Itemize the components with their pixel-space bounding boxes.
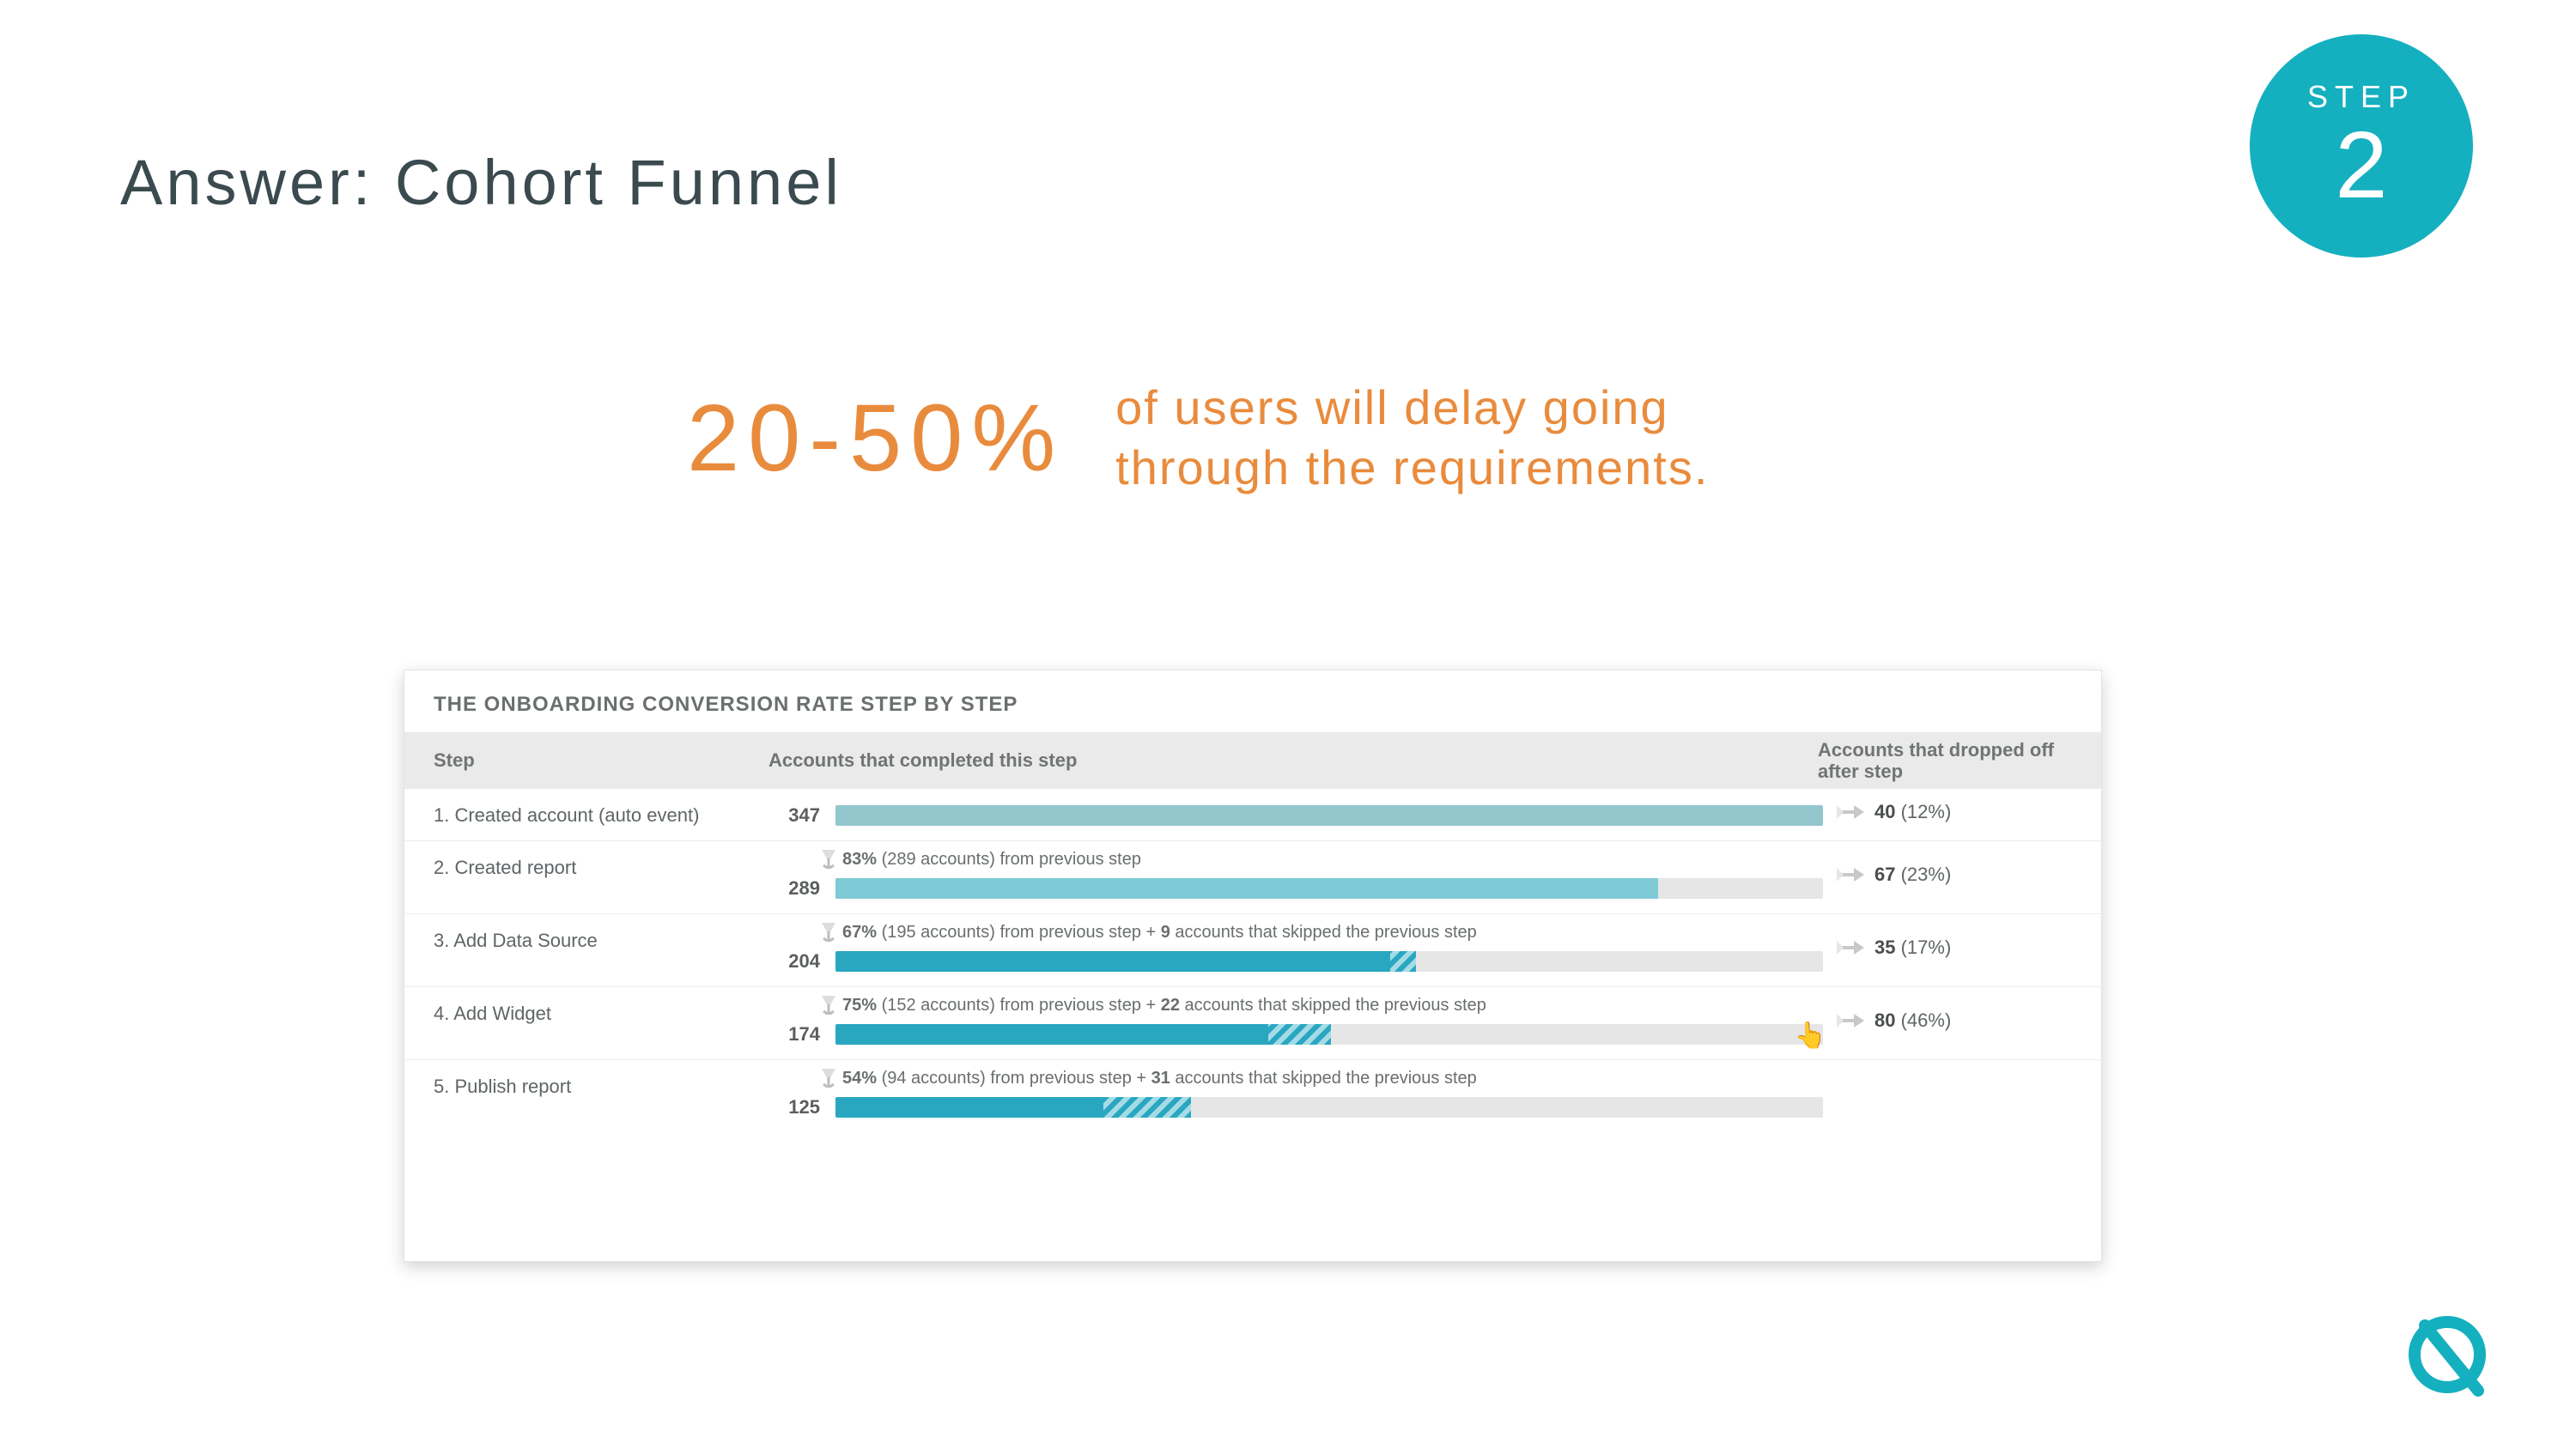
stat-text: of users will delay going through the re… — [1115, 378, 1709, 498]
dropoff-value: 80 (46%) — [1874, 1009, 1951, 1032]
down-funnel-icon — [820, 850, 837, 869]
table-row: 5. Publish report 54% (94 accounts) from… — [404, 1059, 2101, 1132]
bar-track — [835, 1097, 1823, 1118]
completed-cell: 347 — [769, 804, 1823, 827]
bar-main — [835, 878, 1658, 899]
completed-count: 125 — [769, 1096, 820, 1119]
from-previous-note: 75% (152 accounts) from previous step + … — [769, 996, 1823, 1018]
step-label: 3. Add Data Source — [404, 923, 769, 952]
table-row: 1. Created account (auto event)347 40 (1… — [404, 789, 2101, 840]
dropoff-cell: 80 (46%) — [1823, 1009, 2101, 1032]
dropoff-value: 67 (23%) — [1874, 864, 1951, 886]
dropoff-arrow-icon — [1835, 864, 1864, 885]
dropoff-arrow-icon — [1835, 937, 1864, 958]
bar-skipped — [1268, 1024, 1331, 1045]
completed-count: 347 — [769, 804, 820, 827]
step-label: 4. Add Widget — [404, 996, 769, 1025]
from-previous-note: 67% (195 accounts) from previous step + … — [769, 923, 1823, 945]
completed-count: 204 — [769, 950, 820, 973]
bar-skipped — [1390, 951, 1416, 972]
dropoff-value: 40 (12%) — [1874, 801, 1951, 823]
panel-title: THE ONBOARDING CONVERSION RATE STEP BY S… — [404, 670, 2101, 732]
table-row: 2. Created report 83% (289 accounts) fro… — [404, 840, 2101, 913]
funnel-panel: THE ONBOARDING CONVERSION RATE STEP BY S… — [404, 670, 2102, 1262]
table-header: Step Accounts that completed this step A… — [404, 732, 2101, 789]
bar-skipped — [1103, 1097, 1192, 1118]
dropoff-cell: 35 (17%) — [1823, 937, 2101, 959]
headline-stat: 20-50% of users will delay going through… — [687, 378, 1709, 498]
header-completed: Accounts that completed this step — [769, 749, 1806, 772]
bar-main — [835, 1024, 1268, 1045]
step-label: 5. Publish report — [404, 1069, 769, 1098]
dropoff-cell: 40 (12%) — [1823, 801, 2101, 823]
down-funnel-icon — [820, 1069, 837, 1088]
bar-main — [835, 951, 1390, 972]
table-body: 1. Created account (auto event)347 40 (1… — [404, 789, 2101, 1132]
completed-cell: 83% (289 accounts) from previous step 289 — [769, 850, 1823, 900]
bar-track — [835, 1024, 1823, 1045]
stat-text-line1: of users will delay going — [1115, 378, 1709, 438]
step-label: 1. Created account (auto event) — [404, 797, 769, 827]
bar-track — [835, 951, 1823, 972]
bar-track — [835, 805, 1823, 826]
dropoff-arrow-icon — [1835, 802, 1864, 822]
stat-text-line2: through the requirements. — [1115, 438, 1709, 498]
completed-count: 289 — [769, 877, 820, 900]
stat-percent: 20-50% — [687, 384, 1064, 493]
completed-cell: 67% (195 accounts) from previous step + … — [769, 923, 1823, 973]
step-badge-label: STEP — [2307, 79, 2415, 115]
bar-track — [835, 878, 1823, 899]
brand-logo-icon — [2404, 1312, 2490, 1397]
step-label: 2. Created report — [404, 850, 769, 879]
completed-count: 174 — [769, 1023, 820, 1046]
from-previous-note: 83% (289 accounts) from previous step — [769, 850, 1823, 872]
table-row: 3. Add Data Source 67% (195 accounts) fr… — [404, 913, 2101, 986]
dropoff-value: 35 (17%) — [1874, 937, 1951, 959]
header-step: Step — [404, 749, 769, 772]
dropoff-arrow-icon — [1835, 1010, 1864, 1031]
bar-main — [835, 1097, 1103, 1118]
step-badge-number: 2 — [2335, 118, 2387, 213]
completed-cell: 54% (94 accounts) from previous step + 3… — [769, 1069, 1823, 1119]
from-previous-note: 54% (94 accounts) from previous step + 3… — [769, 1069, 1823, 1091]
bar-main — [835, 805, 1823, 826]
table-row: 4. Add Widget 75% (152 accounts) from pr… — [404, 986, 2101, 1059]
down-funnel-icon — [820, 996, 837, 1015]
header-dropped: Accounts that dropped off after step — [1806, 739, 2101, 783]
completed-cell: 75% (152 accounts) from previous step + … — [769, 996, 1823, 1046]
down-funnel-icon — [820, 923, 837, 942]
slide-title: Answer: Cohort Funnel — [120, 146, 842, 219]
dropoff-cell: 67 (23%) — [1823, 864, 2101, 886]
step-badge: STEP 2 — [2250, 34, 2473, 258]
